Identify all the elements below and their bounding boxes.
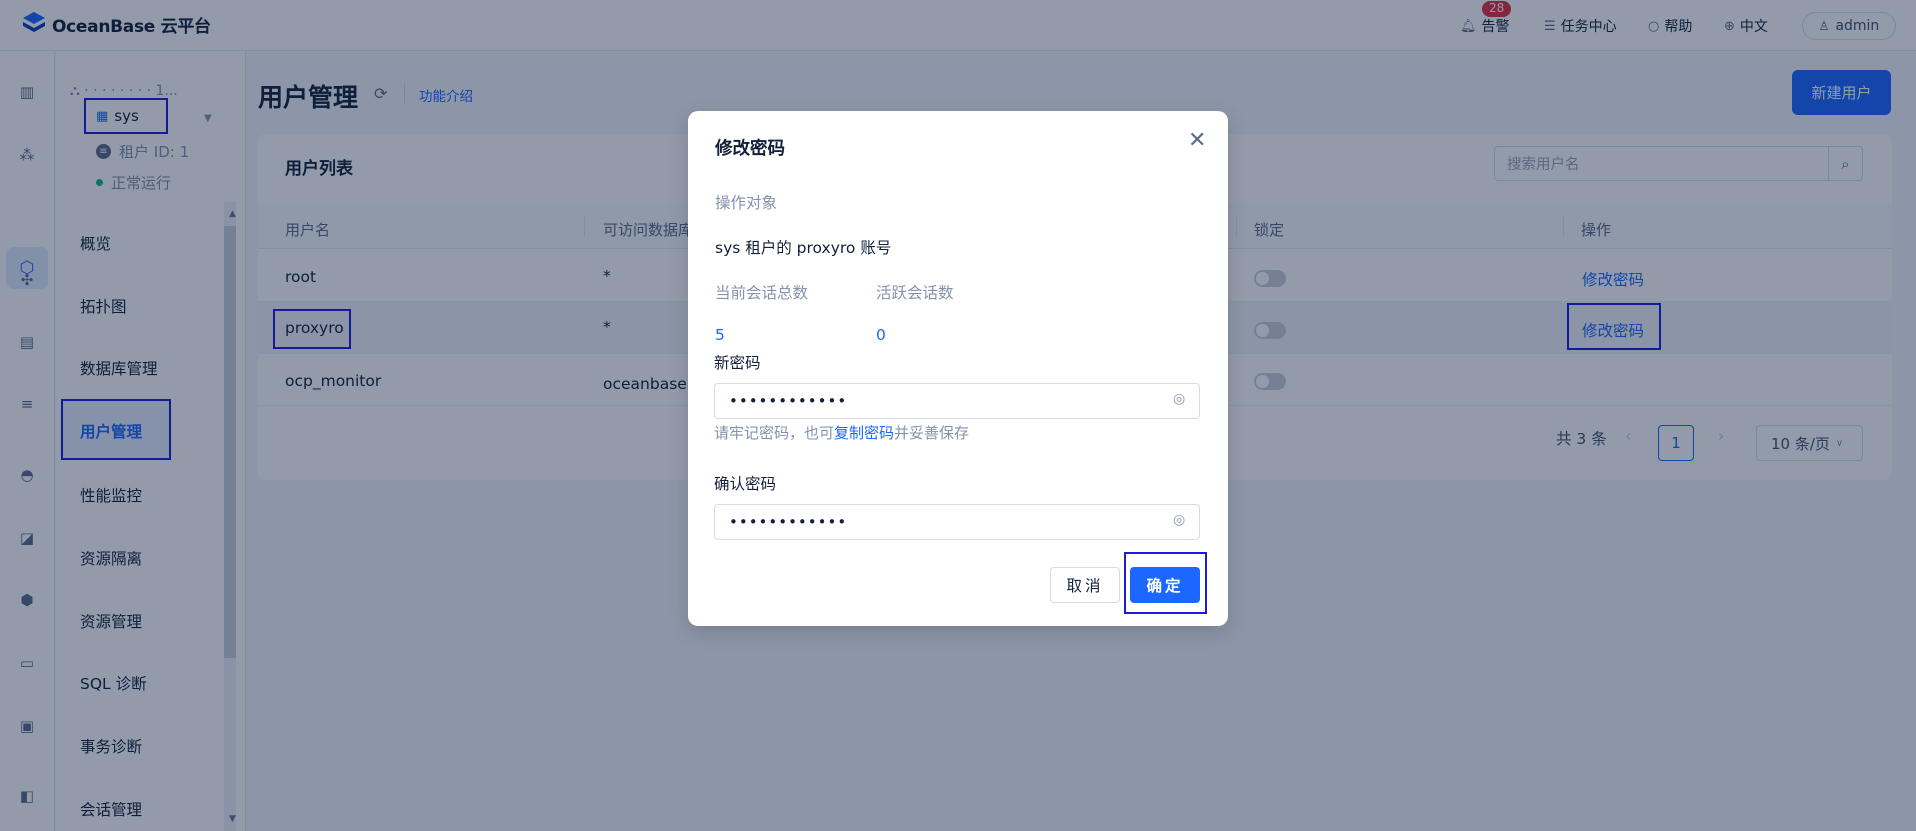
new-password-label: 新密码 <box>714 354 761 372</box>
sessions-active-label: 活跃会话数 <box>876 284 954 302</box>
change-password-dialog: 修改密码 ✕ 操作对象 sys 租户的 proxyro 账号 当前会话总数 活跃… <box>688 111 1228 626</box>
app-root: OceanBase 云平台 28 🔔︎ 告警 ☰ 任务中心 ○ 帮助 ⊕ 中文 … <box>0 0 1916 831</box>
new-password-field[interactable]: •••••••••••• ◎ <box>714 383 1200 419</box>
confirm-password-label: 确认密码 <box>714 475 777 493</box>
new-password-value: •••••••••••• <box>729 392 848 410</box>
sessions-active-value[interactable]: 0 <box>876 326 886 344</box>
dialog-title: 修改密码 <box>715 139 785 159</box>
target-label: 操作对象 <box>715 194 778 212</box>
close-icon[interactable]: ✕ <box>1188 130 1206 152</box>
copy-password-link[interactable]: 复制密码 <box>834 424 894 442</box>
target-value: sys 租户的 proxyro 账号 <box>715 239 892 257</box>
sessions-total-label: 当前会话总数 <box>715 284 809 302</box>
password-hint: 请牢记密码，也可复制密码并妥善保存 <box>714 422 969 443</box>
hint-prefix: 请牢记密码，也可 <box>714 424 835 442</box>
eye-slash-icon[interactable]: ◎ <box>1173 391 1185 407</box>
ok-button[interactable]: 确定 <box>1130 567 1200 603</box>
confirm-password-field[interactable]: •••••••••••• ◎ <box>714 504 1200 540</box>
confirm-password-value: •••••••••••• <box>729 513 848 531</box>
sessions-total-value[interactable]: 5 <box>715 326 725 344</box>
cancel-button[interactable]: 取消 <box>1050 567 1120 603</box>
eye-slash-icon[interactable]: ◎ <box>1173 512 1185 528</box>
hint-suffix: 并妥善保存 <box>894 424 970 442</box>
